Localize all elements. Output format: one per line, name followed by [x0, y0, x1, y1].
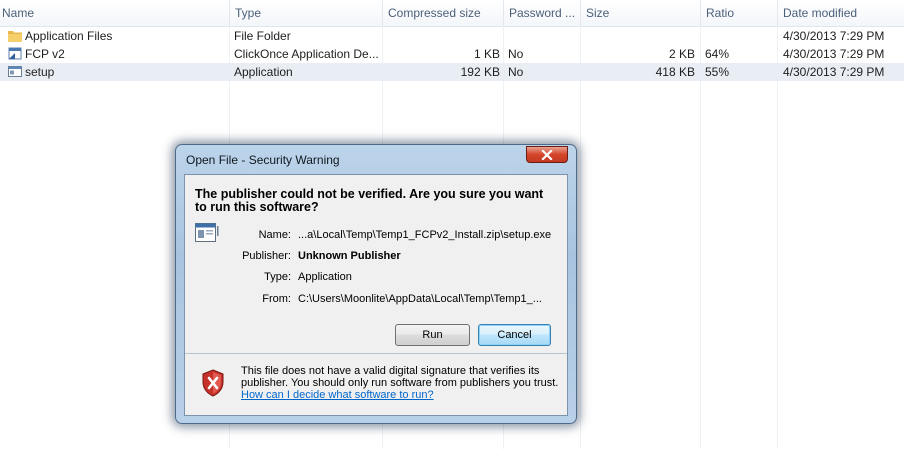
file-password: No	[508, 47, 524, 61]
application-icon	[8, 66, 22, 77]
close-icon	[541, 150, 553, 160]
file-compressed-size	[382, 27, 500, 45]
file-row-fcp-v2[interactable]: FCP v2 ClickOnce Application De... 1 KB …	[0, 45, 904, 63]
file-password	[508, 27, 578, 45]
column-header-bar: Name Type Compressed size Password ... S…	[0, 0, 904, 27]
file-size: 2 KB	[668, 47, 695, 61]
file-type: Application	[234, 65, 293, 79]
file-compressed-size: 192 KB	[460, 65, 500, 79]
column-type[interactable]: Type	[229, 0, 382, 26]
file-type: File Folder	[234, 29, 291, 43]
file-type: ClickOnce Application De...	[234, 47, 379, 61]
column-compressed-size[interactable]: Compressed size	[382, 0, 503, 26]
security-warning-dialog: Open File - Security Warning The publish…	[175, 144, 577, 424]
column-date-modified[interactable]: Date modified	[777, 0, 904, 26]
column-divider	[777, 26, 778, 449]
column-password[interactable]: Password ...	[503, 0, 580, 26]
type-value: Application	[298, 271, 352, 283]
column-name[interactable]: Name	[0, 0, 229, 26]
dialog-separator	[185, 353, 567, 354]
cancel-button[interactable]: Cancel	[478, 324, 551, 346]
name-label: Name:	[258, 229, 291, 241]
publisher-value: Unknown Publisher	[298, 250, 401, 262]
dialog-title: Open File - Security Warning	[186, 153, 340, 167]
file-size	[580, 27, 695, 45]
run-button[interactable]: Run	[395, 324, 470, 346]
file-ratio: 55%	[705, 65, 730, 79]
file-compressed-size: 1 KB	[473, 47, 500, 61]
column-divider	[700, 26, 701, 449]
file-ratio: 64%	[705, 47, 730, 61]
close-button[interactable]	[526, 146, 568, 163]
file-date-modified: 4/30/2013 7:29 PM	[783, 65, 885, 79]
type-label: Type:	[264, 271, 291, 283]
file-name: FCP v2	[25, 47, 65, 61]
publisher-label: Publisher:	[242, 250, 291, 262]
file-ratio	[705, 27, 775, 45]
file-password: No	[508, 65, 524, 79]
clickonce-icon	[8, 47, 22, 60]
file-row-setup[interactable]: setup Application 192 KB No 418 KB 55% 4…	[0, 63, 904, 81]
file-name: Application Files	[25, 29, 113, 43]
file-size: 418 KB	[655, 65, 695, 79]
column-ratio[interactable]: Ratio	[700, 0, 777, 26]
warning-text: This file does not have a valid digital …	[241, 365, 559, 389]
column-size[interactable]: Size	[580, 0, 700, 26]
file-date-modified: 4/30/2013 7:29 PM	[783, 47, 885, 61]
file-name: setup	[25, 65, 55, 79]
from-value: C:\Users\Moonlite\AppData\Local\Temp\Tem…	[298, 293, 542, 305]
name-value: ...a\Local\Temp\Temp1_FCPv2_Install.zip\…	[298, 229, 552, 241]
help-link[interactable]: How can I decide what software to run?	[241, 389, 434, 401]
shield-error-icon	[202, 369, 224, 397]
file-row-application-files[interactable]: Application Files File Folder 4/30/2013 …	[0, 27, 904, 45]
dialog-body: The publisher could not be verified. Are…	[184, 174, 568, 416]
folder-icon	[8, 31, 22, 42]
from-label: From:	[262, 293, 291, 305]
warning-question: The publisher could not be verified. Are…	[195, 187, 544, 214]
file-date-modified: 4/30/2013 7:29 PM	[783, 29, 885, 43]
column-divider	[580, 26, 581, 449]
